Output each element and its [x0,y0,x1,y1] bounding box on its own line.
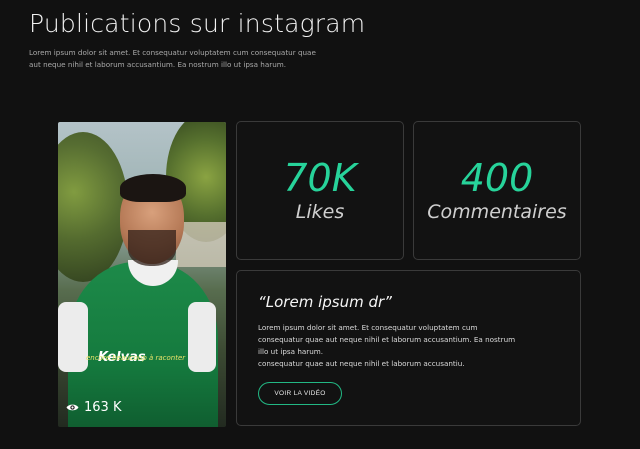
player-beard [128,230,176,266]
likes-label: Likes [295,201,345,223]
video-caption: encore beaucoup à raconter [86,354,186,362]
eye-icon [66,404,79,411]
jersey-sleeve [188,302,216,372]
quote-body: Lorem ipsum dolor sit amet. Et consequat… [258,323,516,368]
comments-stat-card: 400 Commentaires [413,121,581,260]
comments-label: Commentaires [427,201,567,223]
background-tree [58,132,128,282]
comments-value: 400 [460,156,534,200]
player-hair [120,174,186,202]
intro-text: Lorem ipsum dolor sit amet. Et consequat… [29,48,316,69]
page-title: Publications sur instagram [29,9,366,38]
watch-video-button[interactable]: VOIR LA VIDÉO [258,382,342,405]
quote-heading: “Lorem ipsum dr” [258,293,392,311]
jersey-sleeve [58,302,88,372]
view-count-value: 163 K [84,400,122,415]
likes-value: 70K [283,156,357,200]
view-count: 163 K [66,400,121,415]
instagram-video-thumbnail[interactable]: Kelvas encore beaucoup à raconter 163 K [58,122,226,427]
likes-stat-card: 70K Likes [236,121,404,260]
